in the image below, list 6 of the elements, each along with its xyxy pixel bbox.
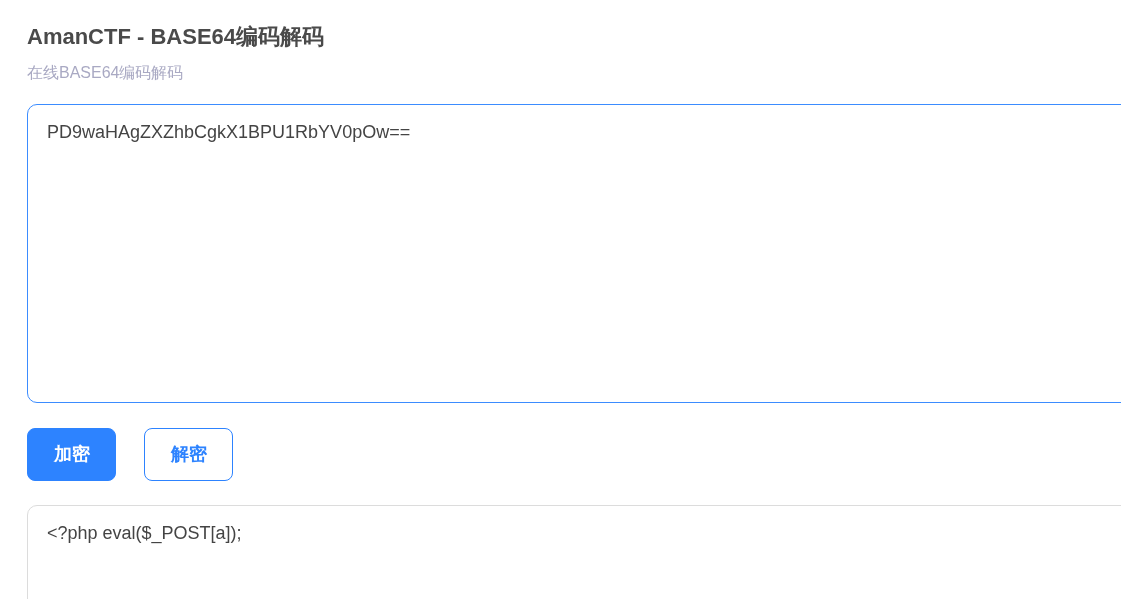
input-field[interactable]: PD9waHAgZXZhbCgkX1BPU1RbYV0pOw== bbox=[27, 104, 1121, 403]
encrypt-button[interactable]: 加密 bbox=[27, 428, 116, 481]
output-field[interactable]: <?php eval($_POST[a]); bbox=[27, 505, 1121, 599]
page-subtitle: 在线BASE64编码解码 bbox=[27, 63, 185, 83]
decrypt-button[interactable]: 解密 bbox=[144, 428, 233, 481]
page-title: AmanCTF - BASE64编码解码 bbox=[27, 23, 326, 51]
